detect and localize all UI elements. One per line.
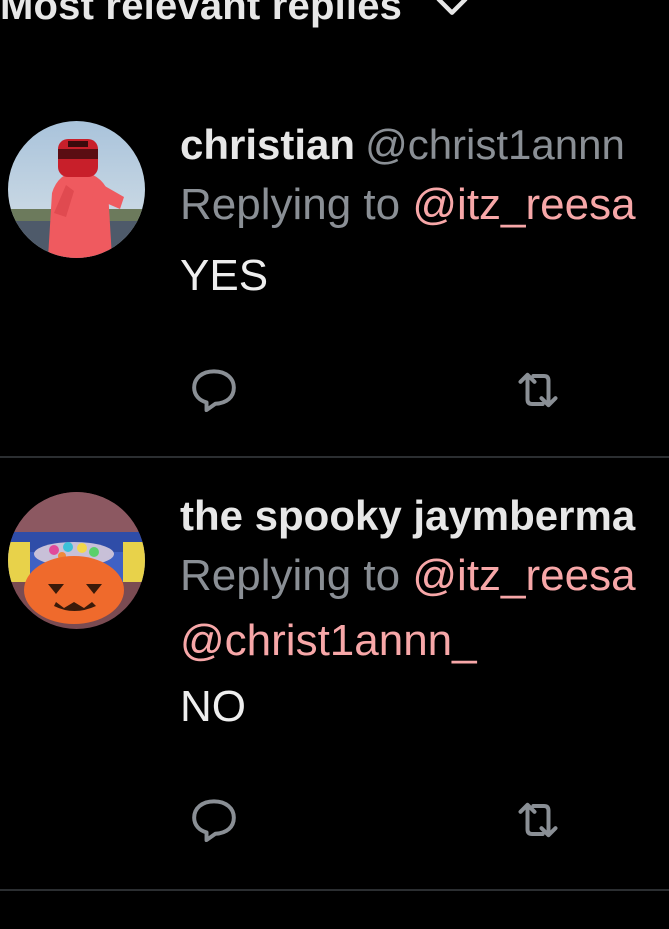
avatar[interactable]	[8, 121, 145, 258]
retweet-button[interactable]	[510, 362, 566, 418]
reply-item[interactable]: christian @christ1annn Replying to @itz_r…	[0, 90, 669, 457]
sort-label: Most relevant replies	[0, 0, 403, 28]
display-name[interactable]: the spooky jaymberma	[180, 492, 635, 539]
comment-icon	[192, 369, 236, 413]
replying-to-label: Replying to	[180, 551, 401, 600]
user-handle[interactable]: @christ1annn	[365, 121, 625, 168]
display-name[interactable]: christian	[180, 121, 355, 168]
reply-button[interactable]	[186, 792, 242, 848]
retweet-button[interactable]	[510, 792, 566, 848]
comment-icon	[192, 799, 236, 843]
replying-to-label: Replying to	[180, 180, 401, 229]
mention-link[interactable]: @itz_reesa	[412, 180, 635, 229]
reply-text: NO	[180, 682, 246, 731]
divider	[0, 889, 669, 891]
reply-item[interactable]: the spooky jaymberma Replying to @itz_re…	[0, 458, 669, 891]
sort-dropdown[interactable]: Most relevant replies	[0, 0, 472, 36]
mention-link[interactable]: @itz_reesa	[412, 551, 635, 600]
avatar[interactable]	[8, 492, 145, 629]
mention-link[interactable]: @christ1annn_	[180, 616, 477, 665]
chevron-down-icon[interactable]	[432, 0, 472, 26]
retweet-icon	[518, 802, 558, 838]
reply-button[interactable]	[186, 362, 242, 418]
reply-text: YES	[180, 251, 269, 300]
retweet-icon	[518, 372, 558, 408]
